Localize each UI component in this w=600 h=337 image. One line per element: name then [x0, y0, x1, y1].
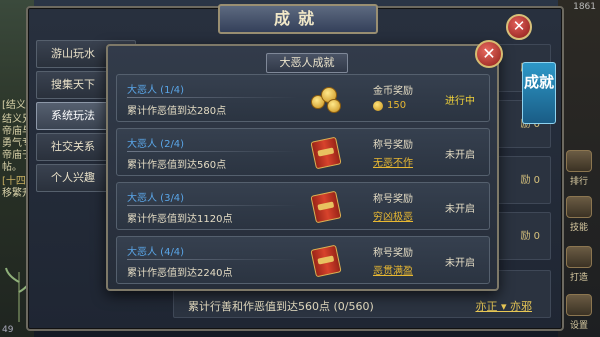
reward-type: 金币奖励 [373, 86, 413, 97]
popup-title: 大恶人成就 [266, 53, 348, 73]
achievement-name: 大恶人 (3/4) [127, 193, 185, 204]
status-badge: 未开启 [445, 258, 475, 269]
achievement-row: 大恶人 (2/4) 累计作恶值到达560点 称号奖励 无恶不作 未开启 [116, 128, 490, 176]
rank-label: 排行 [569, 177, 588, 187]
title-scroll-icon [309, 189, 343, 225]
forge-label: 打造 [569, 273, 588, 283]
achievement-row: 大恶人 (3/4) 累计作恶值到达1120点 称号奖励 穷凶极恶 未开启 [116, 182, 490, 230]
rank-button[interactable]: 排行 [562, 150, 596, 190]
counter-readout: 1861 [573, 2, 596, 12]
achievement-name: 大恶人 (2/4) [127, 139, 185, 150]
reward-type: 称号奖励 [373, 194, 413, 205]
title-scroll-icon [309, 135, 343, 171]
row-divider [127, 151, 297, 152]
window-title: 成就 [218, 4, 378, 34]
achievement-desc: 累计作恶值到达560点 [127, 160, 227, 171]
achievement-name: 大恶人 (1/4) [127, 85, 185, 96]
row-divider [127, 259, 297, 260]
settings-label: 设置 [569, 321, 588, 331]
reward-type: 称号奖励 [373, 248, 413, 259]
status-badge: 未开启 [445, 150, 475, 161]
row-divider [127, 205, 297, 206]
achievement-row: 大恶人 (4/4) 累计作恶值到达2240点 称号奖励 恶贯满盈 未开启 [116, 236, 490, 284]
achievement-row: 大恶人 (1/4) 累计作恶值到达280点 金币奖励 150 进行中 [116, 74, 490, 122]
settings-button[interactable]: 设置 [562, 294, 596, 334]
list-item-value: 励 0 [520, 231, 540, 242]
skill-icon [566, 196, 592, 218]
title-reward-link[interactable]: 无恶不作 [373, 154, 413, 169]
gold-coins-icon [309, 81, 343, 117]
achievement-desc: 累计作恶值到达1120点 [127, 214, 233, 225]
achievement-desc: 累计作恶值到达2240点 [127, 268, 233, 279]
status-badge: 未开启 [445, 204, 475, 215]
reward-type: 称号奖励 [373, 140, 413, 151]
forge-icon [566, 246, 592, 268]
achievement-detail-popup: 大恶人成就 ✕ 大恶人 (1/4) 累计作恶值到达280点 金币奖励 150 进… [106, 40, 503, 291]
window-close-button[interactable]: ✕ [506, 14, 532, 40]
game-screen: [结义] 结义兄 帝庙与 勇气专 帝庙于 帖。 [十四] 移繁升 49 1861… [0, 0, 600, 337]
achievement-desc: 累计作恶值到达280点 [127, 106, 227, 117]
forge-button[interactable]: 打造 [562, 246, 596, 286]
alignment-tag-link[interactable]: 亦正 ▾ 亦邪 [475, 298, 532, 314]
popup-close-button[interactable]: ✕ [475, 40, 503, 68]
title-reward-link[interactable]: 恶贯满盈 [373, 262, 413, 277]
reward-amount: 150 [387, 100, 407, 111]
status-badge: 进行中 [445, 96, 475, 107]
hp-readout: 49 [2, 325, 14, 335]
bottom-achievement-desc: 累计行善和作恶值到达560点 (0/560) [188, 300, 374, 313]
title-reward-link[interactable]: 穷凶极恶 [373, 208, 413, 223]
world-side-strip: 1861 排行 技能 打造 设置 [558, 0, 600, 337]
skill-label: 技能 [569, 223, 588, 233]
skill-button[interactable]: 技能 [562, 196, 596, 236]
gear-icon [566, 294, 592, 316]
tab-achievement[interactable]: 成就 [522, 62, 556, 124]
rank-icon [566, 150, 592, 172]
row-divider [127, 97, 297, 98]
title-scroll-icon [309, 243, 343, 279]
list-item-value: 励 0 [520, 175, 540, 186]
coin-icon [373, 101, 383, 111]
achievement-name: 大恶人 (4/4) [127, 247, 185, 258]
